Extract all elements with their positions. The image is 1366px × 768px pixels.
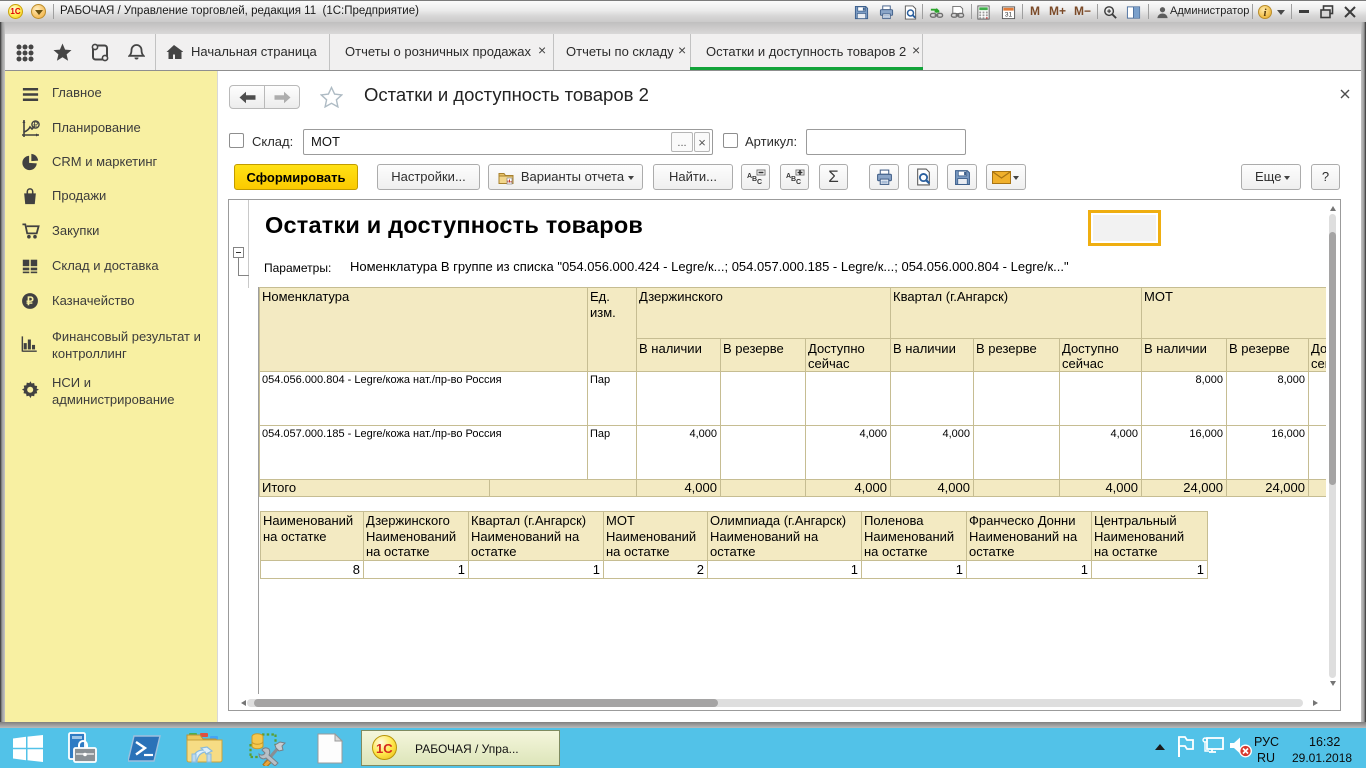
svg-text:C: C	[796, 179, 801, 186]
svg-text:₽: ₽	[33, 120, 38, 129]
svg-text:₽: ₽	[26, 296, 33, 308]
svg-text:31: 31	[1005, 12, 1013, 19]
svg-text:C: C	[757, 179, 762, 186]
